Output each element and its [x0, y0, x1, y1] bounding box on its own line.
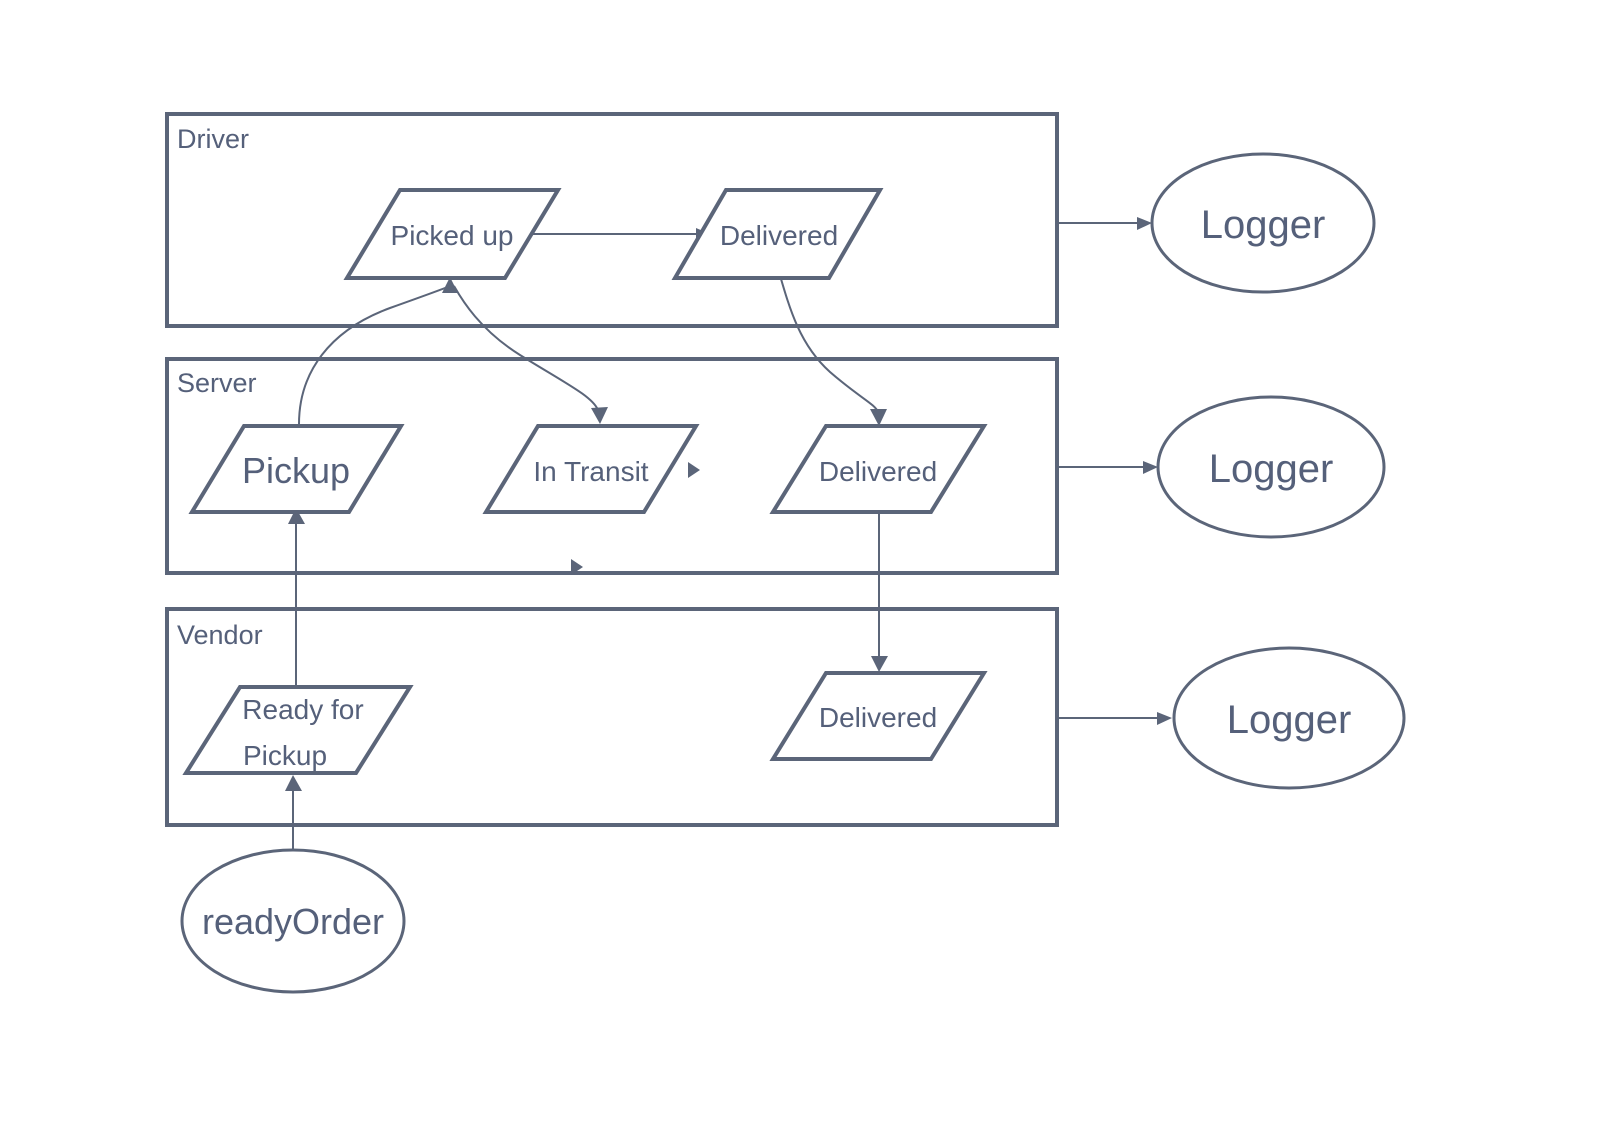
lane-driver[interactable]: Driver	[165, 112, 1059, 328]
node-vendor-ready-for-pickup-label-line2: Pickup	[243, 740, 327, 771]
terminator-logger-vendor-label: Logger	[1227, 698, 1352, 742]
terminator-logger-server[interactable]: Logger	[1156, 395, 1386, 539]
terminator-logger-vendor[interactable]: Logger	[1172, 646, 1406, 790]
lane-server-label: Server	[177, 368, 257, 398]
node-driver-delivered-label: Delivered	[720, 220, 838, 251]
node-server-pickup-label: Pickup	[242, 450, 350, 491]
arrowhead-right	[1157, 712, 1172, 725]
edge-vendor-lane-to-logger[interactable]	[1057, 712, 1172, 725]
node-server-in-transit-label: In Transit	[533, 456, 648, 487]
lane-driver-label: Driver	[177, 124, 249, 154]
edge-driver-lane-to-logger[interactable]	[1057, 217, 1152, 230]
arrowhead-right	[1137, 217, 1152, 230]
node-server-delivered-label: Delivered	[819, 456, 937, 487]
swimlane-diagram: Driver Server Vendor Picked up Delivered…	[165, 112, 1406, 994]
arrowhead-right	[1143, 461, 1158, 474]
terminator-logger-driver-label: Logger	[1201, 203, 1326, 247]
node-vendor-delivered-label: Delivered	[819, 702, 937, 733]
edge-server-lane-to-logger[interactable]	[1057, 461, 1158, 474]
terminator-ready-order-label: readyOrder	[202, 901, 384, 942]
lane-driver-box[interactable]	[165, 112, 1059, 328]
lane-vendor-label: Vendor	[177, 620, 263, 650]
terminator-logger-server-label: Logger	[1209, 447, 1334, 491]
node-driver-picked-up-label: Picked up	[391, 220, 514, 251]
node-vendor-ready-for-pickup-label-line1: Ready for	[242, 694, 363, 725]
terminator-ready-order[interactable]: readyOrder	[180, 848, 406, 994]
terminator-logger-driver[interactable]: Logger	[1150, 152, 1376, 294]
diagram-canvas: Driver Server Vendor Picked up Delivered…	[0, 0, 1616, 1134]
